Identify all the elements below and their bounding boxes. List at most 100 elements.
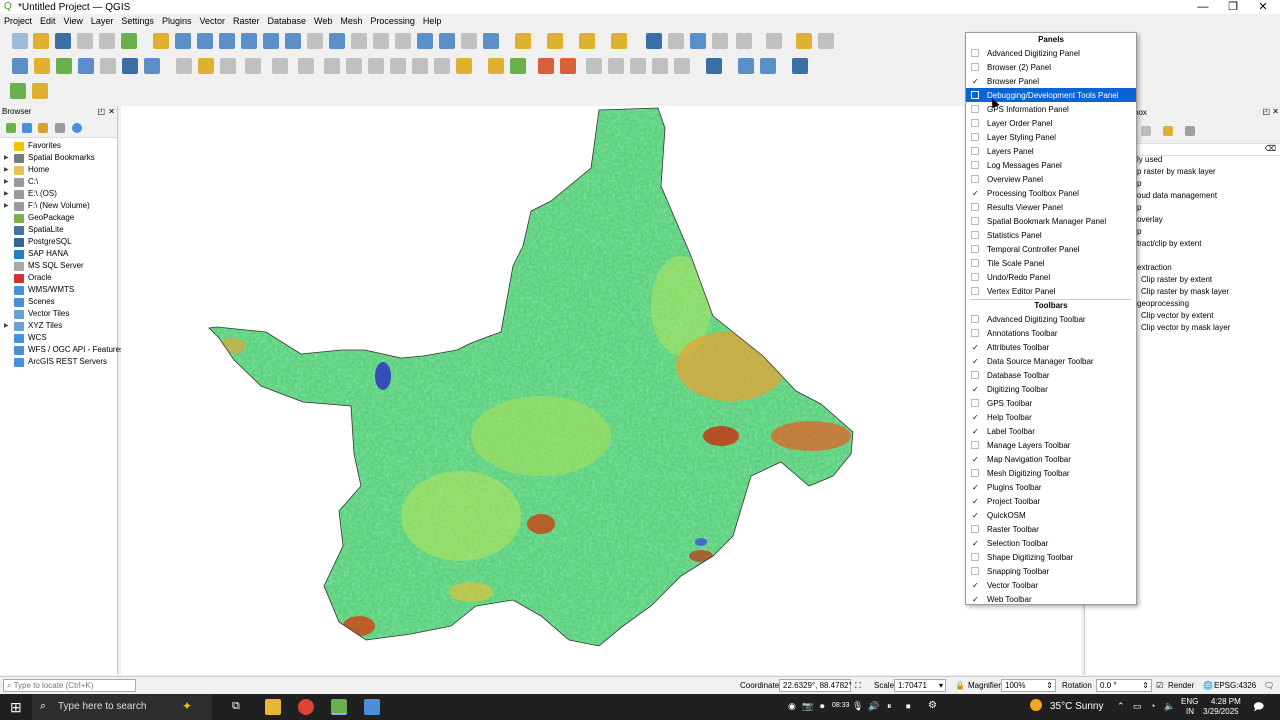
panel-menu-item[interactable]: Spatial Bookmark Manager Panel [966,214,1136,228]
expand-arrow-icon[interactable]: ▶ [4,320,9,332]
undo-icon[interactable] [412,58,428,74]
windows-start-icon[interactable]: ⊞ [10,699,22,716]
toolbar-menu-item[interactable]: ✓ Label Toolbar [966,424,1136,438]
zoom-in-icon[interactable] [197,33,213,49]
panel-menu-item[interactable]: Statistics Panel [966,228,1136,242]
measure-icon[interactable] [766,33,782,49]
show-bookmarks-icon[interactable] [439,33,455,49]
python-console-icon[interactable] [738,58,754,74]
new-map-view-icon[interactable] [373,33,389,49]
zoom-selection-icon[interactable] [263,33,279,49]
render-checkbox[interactable]: ☑ [1156,680,1163,692]
vertex-tool-icon[interactable] [272,58,288,74]
checkmark-icon[interactable]: ✓ [971,539,979,548]
menu-raster[interactable]: Raster [233,16,260,26]
processing-toolbox-icon[interactable] [690,33,706,49]
browser-item[interactable]: drive-icon E:\ (OS) [14,188,57,200]
checkmark-icon[interactable]: ✓ [971,595,979,604]
checkbox-icon[interactable] [971,147,979,155]
pin-labels-icon[interactable] [538,58,554,74]
print-layout-icon[interactable] [99,33,115,49]
browser-item[interactable]: wfs-icon WFS / OGC API - Features [14,344,124,356]
checkbox-icon[interactable] [971,119,979,127]
zoom-out-icon[interactable] [219,33,235,49]
record-icon[interactable]: ⏺ [820,701,825,712]
processing-item[interactable]: Clip vector by mask layer [1141,322,1230,334]
copy-features-icon[interactable] [368,58,384,74]
zoom-native-icon[interactable] [307,33,323,49]
checkbox-icon[interactable] [971,161,979,169]
pause-icon[interactable]: ⏸ [887,701,892,712]
toolbar-menu-item[interactable]: ✓ Selection Toolbar [966,536,1136,550]
toolbar-menu-item[interactable]: Database Toolbar [966,368,1136,382]
panel-menu-item[interactable]: ✓ Browser Panel [966,74,1136,88]
float-panel-icon[interactable]: ◰ [97,106,105,118]
toggle-editing-icon[interactable] [198,58,214,74]
menu-edit[interactable]: Edit [40,16,56,26]
toolbar-menu-item[interactable]: ✓ Plugins Toolbar [966,480,1136,494]
style-manager-icon[interactable] [121,33,137,49]
menu-web[interactable]: Web [314,16,332,26]
checkbox-icon[interactable] [971,371,979,379]
processing-item[interactable]: tract/clip by extent [1137,238,1201,250]
checkmark-icon[interactable]: ✓ [971,385,979,394]
expand-arrow-icon[interactable]: ▶ [4,188,9,200]
add-delimited-text-icon[interactable] [122,58,138,74]
checkbox-icon[interactable] [971,469,979,477]
refresh-icon[interactable] [483,33,499,49]
pan-to-selection-icon[interactable] [175,33,191,49]
help-icon[interactable] [792,58,808,74]
browser-item[interactable]: scenes-icon Scenes [14,296,55,308]
processing-item[interactable]: ly used [1137,154,1162,166]
checkbox-icon[interactable] [971,315,979,323]
label-tool-icon[interactable] [488,58,504,74]
new-project-icon[interactable] [12,33,28,49]
browser-item[interactable]: arcgis-icon ArcGIS REST Servers [14,356,107,368]
settings-icon[interactable]: ⚙ [928,700,937,711]
toolbar-menu-item[interactable]: ✓ Vector Toolbar [966,578,1136,592]
expand-arrow-icon[interactable]: ▶ [4,164,9,176]
panel-menu-item[interactable]: Overview Panel [966,172,1136,186]
panel-menu-item[interactable]: Temporal Controller Panel [966,242,1136,256]
browser-item[interactable]: wcs-icon WCS [14,332,47,344]
toolbar-menu-item[interactable]: Manage Layers Toolbar [966,438,1136,452]
close-panel-icon[interactable]: ✕ [108,106,115,118]
toolbar-menu-item[interactable]: ✓ Digitizing Toolbar [966,382,1136,396]
deselect-icon[interactable] [579,33,595,49]
clear-search-icon[interactable]: ⌫ [1265,144,1276,153]
toolbar-menu-item[interactable]: Raster Toolbar [966,522,1136,536]
magnifier-field[interactable]: 100% ⇕ [1001,679,1056,692]
close-panel-icon[interactable]: ✕ [1272,107,1279,116]
region-code[interactable]: IN [1186,707,1194,716]
expand-arrow-icon[interactable]: ▶ [4,176,9,188]
notifications-icon[interactable]: 🗩 [1253,700,1264,717]
crs-button[interactable]: EPSG:4326 [1214,680,1256,692]
collapse-all-icon[interactable] [55,123,65,133]
checkbox-icon[interactable] [971,175,979,183]
panel-menu-item[interactable]: Log Messages Panel [966,158,1136,172]
menu-processing[interactable]: Processing [370,16,415,26]
close-icon[interactable]: ✕ [1248,0,1278,14]
qgis-tool-icon[interactable] [32,83,48,99]
menu-database[interactable]: Database [268,16,307,26]
browser-item[interactable]: drive-icon F:\ (New Volume) [14,200,90,212]
edit-features-icon[interactable] [1163,126,1173,136]
temporal-controller-icon[interactable] [461,33,477,49]
camera-icon[interactable]: ◉ [788,701,796,712]
toolbar-menu-item[interactable]: Annotations Toolbar [966,326,1136,340]
rotate-label-icon[interactable] [608,58,624,74]
toolbar-menu-item[interactable]: ✓ Data Source Manager Toolbar [966,354,1136,368]
map-canvas[interactable] [121,106,1081,675]
refresh-icon[interactable] [22,123,32,133]
toggle-extents-icon[interactable]: ⛶ [855,680,861,692]
info-icon[interactable] [72,123,82,133]
network-drive-icon[interactable]: ▭ [1133,701,1142,712]
open-project-icon[interactable] [33,33,49,49]
show-hide-labels-icon[interactable] [560,58,576,74]
app-taskbar-icon[interactable] [364,699,380,715]
save-project-icon[interactable] [55,33,71,49]
settings-disabled-icon[interactable] [818,33,834,49]
checkmark-icon[interactable]: ✓ [971,413,979,422]
restore-icon[interactable]: ❐ [1218,0,1248,14]
results-icon[interactable] [1141,126,1151,136]
